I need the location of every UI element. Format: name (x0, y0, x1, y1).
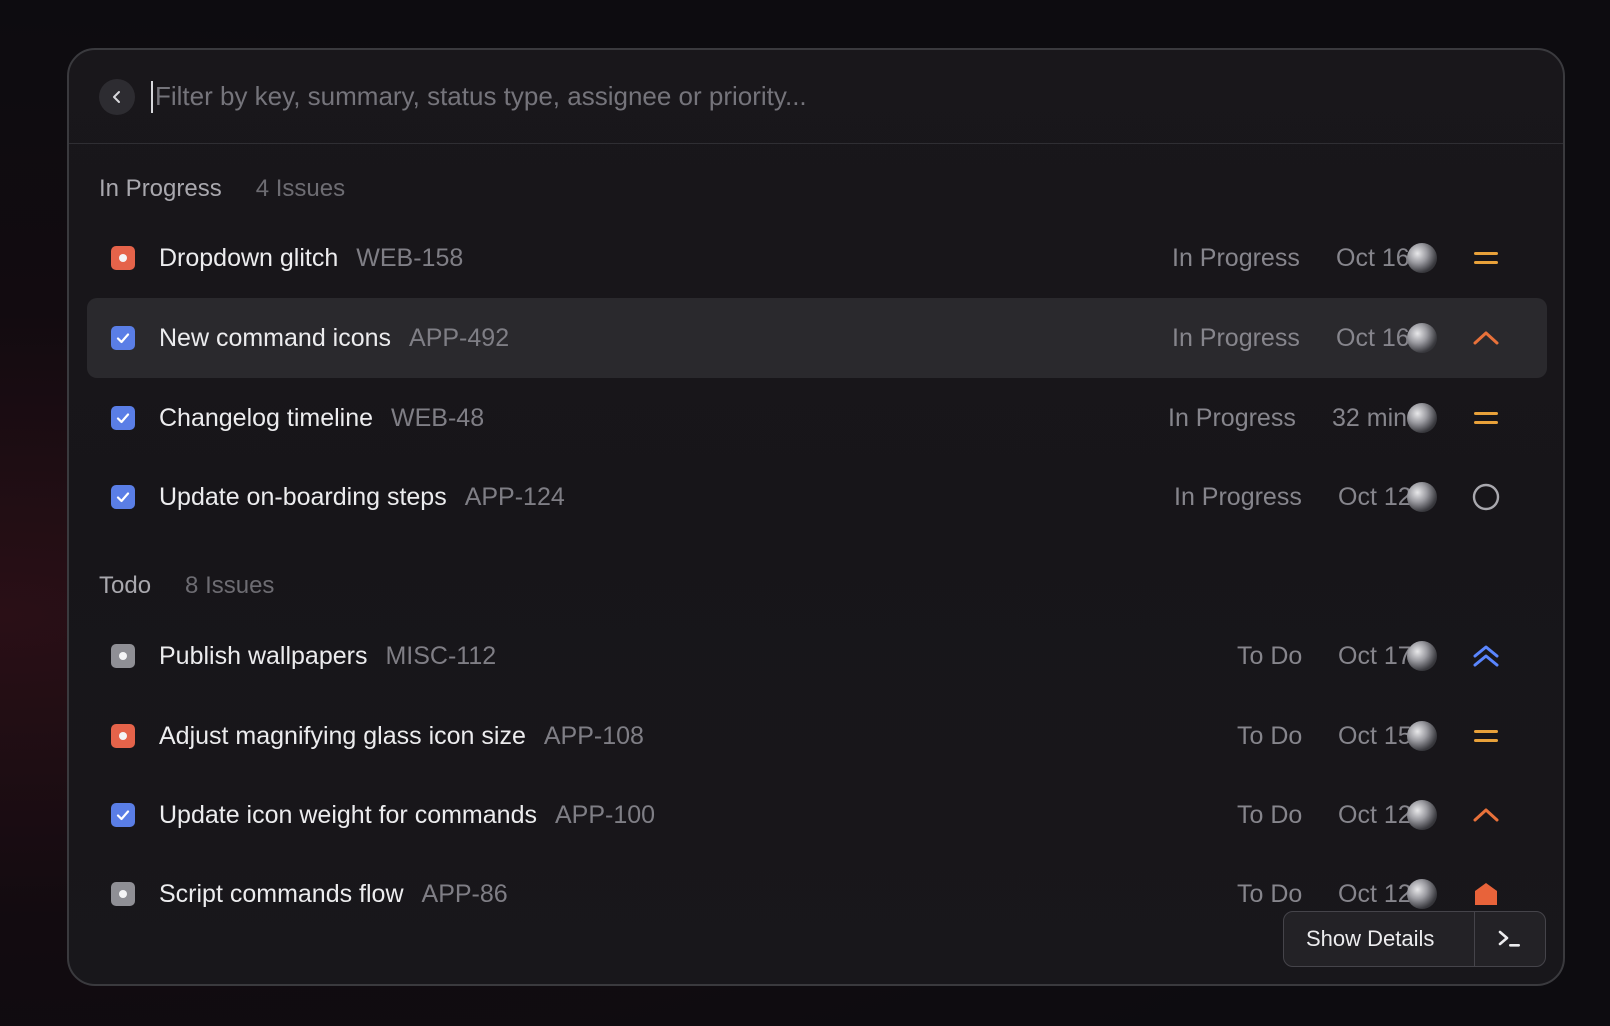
checkbox-checked-icon (111, 406, 135, 430)
issue-row[interactable]: Adjust magnifying glass icon size APP-108… (87, 696, 1547, 776)
section-header-in-progress: In Progress 4 Issues (69, 175, 345, 203)
issue-date: Oct 16 (1336, 323, 1410, 352)
issue-key: APP-86 (421, 879, 508, 908)
task-icon (111, 644, 135, 668)
checkbox-checked-icon (111, 326, 135, 350)
issue-status: To Do (1237, 641, 1303, 670)
section-count: 4 Issues (255, 175, 346, 202)
priority-medium-icon (1471, 403, 1501, 433)
issue-status: To Do (1237, 800, 1303, 829)
issue-row[interactable]: Update on-boarding steps APP-124 In Progr… (87, 457, 1547, 537)
section-header-todo: Todo 8 Issues (69, 572, 274, 600)
issue-date: Oct 12 (1338, 800, 1412, 829)
priority-highest-icon (1471, 641, 1501, 671)
section-count: 8 Issues (185, 572, 275, 599)
issue-title: Adjust magnifying glass icon size APP-108 (159, 721, 644, 750)
issue-title: Script commands flow APP-86 (159, 879, 508, 908)
section-title: In Progress (99, 175, 222, 202)
assignee-avatar[interactable] (1407, 323, 1437, 353)
priority-none-icon (1471, 482, 1501, 512)
checkbox-checked-icon (111, 485, 135, 509)
search-input[interactable] (155, 81, 1355, 112)
assignee-avatar[interactable] (1407, 403, 1437, 433)
issue-title: Dropdown glitch WEB-158 (159, 243, 464, 272)
priority-high-icon (1471, 800, 1501, 830)
issue-date: Oct 15 (1338, 721, 1412, 750)
section-title: Todo (99, 572, 152, 599)
issue-key: APP-108 (543, 721, 644, 750)
back-button[interactable] (99, 78, 135, 115)
search-bar (69, 50, 1563, 144)
task-icon (111, 882, 135, 906)
terminal-icon (1498, 930, 1520, 947)
issue-status: In Progress (1168, 403, 1296, 432)
issue-status: To Do (1237, 721, 1303, 750)
terminal-button[interactable] (1475, 912, 1545, 966)
issue-key: WEB-158 (356, 243, 464, 272)
issue-status: In Progress (1174, 482, 1302, 511)
issue-row[interactable]: Changelog timeline WEB-48 In Progress 32 … (87, 378, 1547, 458)
priority-medium-icon (1471, 243, 1501, 273)
issue-row-selected[interactable]: New command icons APP-492 In Progress Oct… (87, 298, 1547, 378)
details-toolbar: Show Details (1283, 911, 1546, 967)
assignee-avatar[interactable] (1407, 800, 1437, 830)
text-caret (151, 80, 153, 113)
issue-title: Update on-boarding steps APP-124 (159, 482, 565, 511)
issue-key: MISC-112 (385, 641, 497, 670)
assignee-avatar[interactable] (1407, 641, 1437, 671)
chevron-left-icon (113, 90, 120, 103)
assignee-avatar[interactable] (1407, 879, 1437, 909)
command-palette-window: In Progress 4 Issues Dropdown glitchWEB-… (67, 48, 1565, 986)
issue-date: Oct 16 (1336, 243, 1410, 272)
issue-title: Publish wallpapers MISC-112 (159, 641, 497, 670)
priority-urgent-icon (1471, 879, 1501, 909)
assignee-avatar[interactable] (1407, 482, 1437, 512)
issue-row[interactable]: Update icon weight for commands APP-100 T… (87, 775, 1547, 855)
bug-icon (111, 246, 135, 270)
priority-medium-icon (1471, 721, 1501, 751)
bug-icon (111, 724, 135, 748)
issue-date: 32 min (1332, 403, 1408, 432)
issue-status: In Progress (1172, 243, 1300, 272)
issue-key: WEB-48 (391, 403, 485, 432)
checkbox-checked-icon (111, 803, 135, 827)
issue-date: Oct 12 (1338, 879, 1412, 908)
issue-status: To Do (1237, 879, 1303, 908)
issue-key: APP-492 (409, 323, 510, 352)
issue-title: Update icon weight for commands APP-100 (159, 800, 656, 829)
issue-row[interactable]: Dropdown glitch WEB-158 In Progress Oct 1… (87, 218, 1547, 298)
issue-title: New command icons APP-492 (159, 323, 510, 352)
assignee-avatar[interactable] (1407, 721, 1437, 751)
issue-status: In Progress (1172, 323, 1300, 352)
issue-key: APP-100 (554, 800, 656, 829)
issue-date: Oct 12 (1338, 482, 1412, 511)
issue-title: Changelog timeline WEB-48 (159, 403, 485, 432)
priority-high-icon (1471, 323, 1501, 353)
assignee-avatar[interactable] (1407, 243, 1437, 273)
issue-key: APP-124 (464, 482, 565, 511)
show-details-button[interactable]: Show Details (1284, 912, 1474, 966)
issue-date: Oct 17 (1338, 641, 1412, 670)
issue-row[interactable]: Publish wallpapers MISC-112 To Do Oct 17 (87, 616, 1547, 696)
